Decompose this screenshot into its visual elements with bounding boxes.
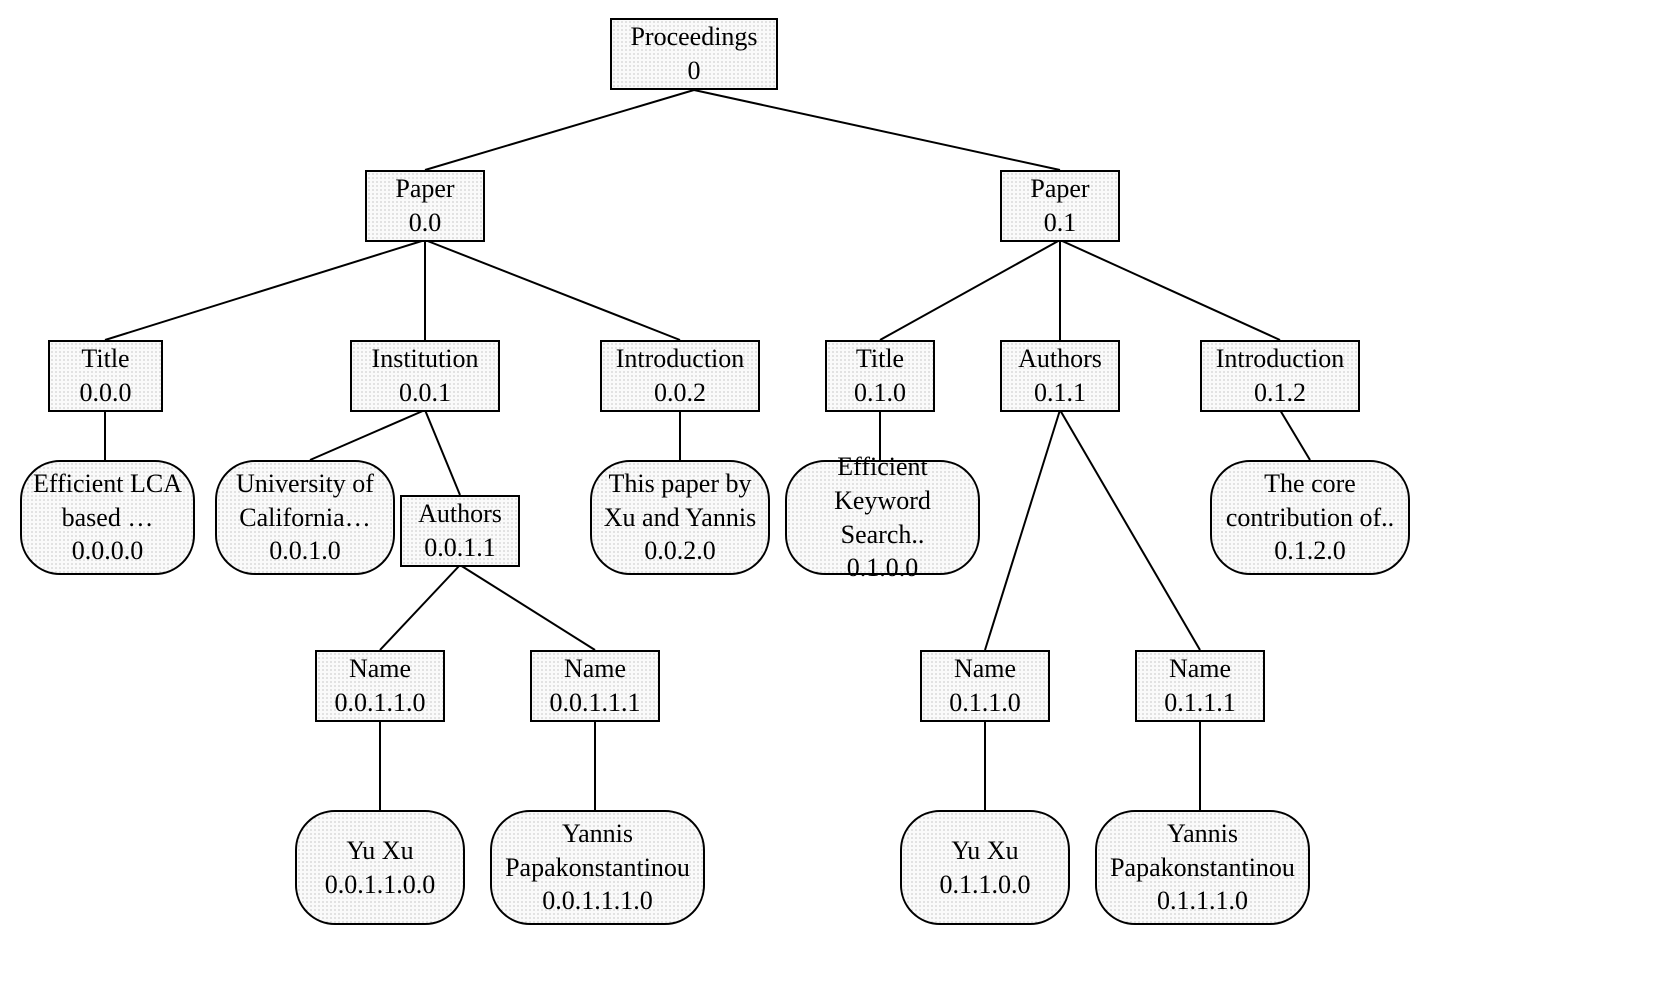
leaf-text: based … [62,501,154,535]
leaf-text: Efficient [837,450,927,484]
node-introduction-1: Introduction 0.1.2 [1200,340,1360,412]
leaf-text: This paper by [609,467,752,501]
node-label: Name [564,652,626,686]
leaf-introduction-0: This paper by Xu and Yannis 0.0.2.0 [590,460,770,575]
leaf-text: Xu and Yannis [604,501,756,535]
leaf-text: Papakonstantinou [505,851,690,885]
leaf-title-0: Efficient LCA based … 0.0.0.0 [20,460,195,575]
node-id: 0.1.1 [1034,376,1086,410]
node-id: 0.0.0.0 [72,534,144,568]
node-paper-1: Paper 0.1 [1000,170,1120,242]
node-id: 0.1.0 [854,376,906,410]
node-id: 0.0.1.0 [269,534,341,568]
leaf-text: The core [1264,467,1356,501]
leaf-text: Keyword Search.. [797,484,968,552]
node-title-1: Title 0.1.0 [825,340,935,412]
leaf-name-00: Yu Xu 0.0.1.1.0.0 [295,810,465,925]
node-id: 0.1.2.0 [1274,534,1346,568]
node-label: Proceedings [630,20,757,54]
node-introduction-0: Introduction 0.0.2 [600,340,760,412]
leaf-text: University of [236,467,374,501]
leaf-text: California… [239,501,370,535]
node-label: Name [1169,652,1231,686]
node-label: Title [856,342,904,376]
node-label: Authors [1018,342,1102,376]
node-authors-1: Authors 0.1.1 [1000,340,1120,412]
node-label: Paper [395,172,454,206]
node-id: 0.1 [1044,206,1077,240]
leaf-text: Efficient LCA [33,467,182,501]
leaf-introduction-1: The core contribution of.. 0.1.2.0 [1210,460,1410,575]
node-id: 0.1.1.0.0 [940,868,1031,902]
node-id: 0.1.0.0 [847,551,919,585]
node-authors-0: Authors 0.0.1.1 [400,495,520,567]
node-id: 0.0.2 [654,376,706,410]
leaf-name-10: Yu Xu 0.1.1.0.0 [900,810,1070,925]
node-id: 0.0.1.1.1 [550,686,641,720]
node-id: 0.0.1.1.0.0 [325,868,436,902]
node-label: Paper [1030,172,1089,206]
leaf-name-01: Yannis Papakonstantinou 0.0.1.1.1.0 [490,810,705,925]
node-proceedings: Proceedings 0 [610,18,778,90]
node-title-0: Title 0.0.0 [48,340,163,412]
leaf-institution-0: University of California… 0.0.1.0 [215,460,395,575]
node-id: 0 [688,54,701,88]
node-name-01: Name 0.0.1.1.1 [530,650,660,722]
node-id: 0.1.1.0 [949,686,1021,720]
node-label: Title [81,342,129,376]
node-id: 0.0.1.1.1.0 [542,884,653,918]
node-label: Introduction [616,342,745,376]
node-label: Authors [418,497,502,531]
leaf-name-11: Yannis Papakonstantinou 0.1.1.1.0 [1095,810,1310,925]
node-id: 0.1.2 [1254,376,1306,410]
node-label: Introduction [1216,342,1345,376]
leaf-text: contribution of.. [1226,501,1394,535]
leaf-text: Yannis [1167,817,1238,851]
node-label: Name [349,652,411,686]
leaf-text: Yu Xu [951,834,1018,868]
node-id: 0.0 [409,206,442,240]
node-id: 0.1.1.1.0 [1157,884,1248,918]
node-name-00: Name 0.0.1.1.0 [315,650,445,722]
node-id: 0.0.2.0 [644,534,716,568]
node-id: 0.0.1.1 [424,531,496,565]
leaf-title-1: Efficient Keyword Search.. 0.1.0.0 [785,460,980,575]
node-name-10: Name 0.1.1.0 [920,650,1050,722]
node-label: Institution [372,342,479,376]
leaf-text: Papakonstantinou [1110,851,1295,885]
node-id: 0.0.1.1.0 [335,686,426,720]
node-institution-0: Institution 0.0.1 [350,340,500,412]
node-id: 0.0.1 [399,376,451,410]
leaf-text: Yannis [562,817,633,851]
node-id: 0.1.1.1 [1164,686,1236,720]
node-paper-0: Paper 0.0 [365,170,485,242]
node-id: 0.0.0 [80,376,132,410]
leaf-text: Yu Xu [346,834,413,868]
node-name-11: Name 0.1.1.1 [1135,650,1265,722]
node-label: Name [954,652,1016,686]
